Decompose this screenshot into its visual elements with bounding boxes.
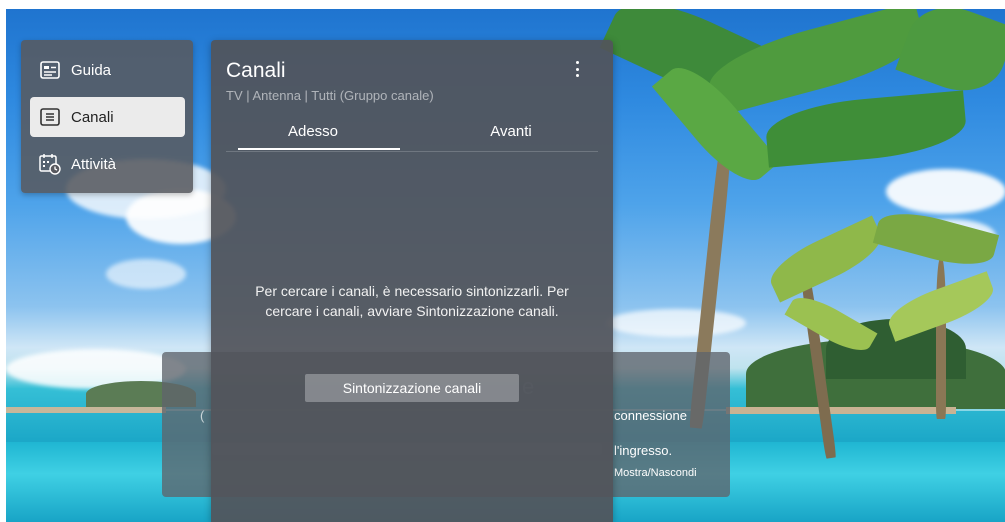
guide-icon bbox=[39, 59, 61, 81]
tab-bar: Adesso Avanti bbox=[226, 115, 598, 152]
active-tab-indicator bbox=[238, 148, 400, 150]
background-dialog-line-1: connessione bbox=[614, 408, 687, 423]
side-menu-item-attivita[interactable]: Attività bbox=[30, 144, 185, 184]
background-dialog-show-hide[interactable]: Mostra/Nascondi bbox=[614, 467, 697, 479]
side-menu-item-guida[interactable]: Guida bbox=[30, 50, 185, 90]
background-dialog-paren: ( bbox=[200, 408, 205, 423]
more-options-icon[interactable] bbox=[570, 58, 584, 80]
side-menu-item-canali[interactable]: Canali bbox=[30, 97, 185, 137]
tab-adesso[interactable]: Adesso bbox=[226, 123, 400, 140]
calendar-clock-icon bbox=[39, 153, 61, 175]
panel-title: Canali bbox=[226, 59, 286, 82]
tab-avanti[interactable]: Avanti bbox=[424, 123, 598, 140]
side-menu-label-guida: Guida bbox=[71, 61, 112, 79]
side-menu: Guida Canali Attività bbox=[21, 40, 193, 193]
side-menu-label-canali: Canali bbox=[71, 108, 114, 126]
empty-state-message: Per cercare i canali, è necessario sinto… bbox=[255, 283, 569, 319]
background-dialog-line-2: l'ingresso. bbox=[614, 443, 673, 458]
channels-panel: Canali TV | Antenna | Tutti (Gruppo cana… bbox=[211, 40, 613, 522]
channel-tuning-button[interactable]: Sintonizzazione canali bbox=[305, 374, 519, 402]
side-menu-label-attivita: Attività bbox=[71, 155, 117, 173]
panel-subtitle: TV | Antenna | Tutti (Gruppo canale) bbox=[226, 88, 434, 103]
list-icon bbox=[39, 106, 61, 128]
